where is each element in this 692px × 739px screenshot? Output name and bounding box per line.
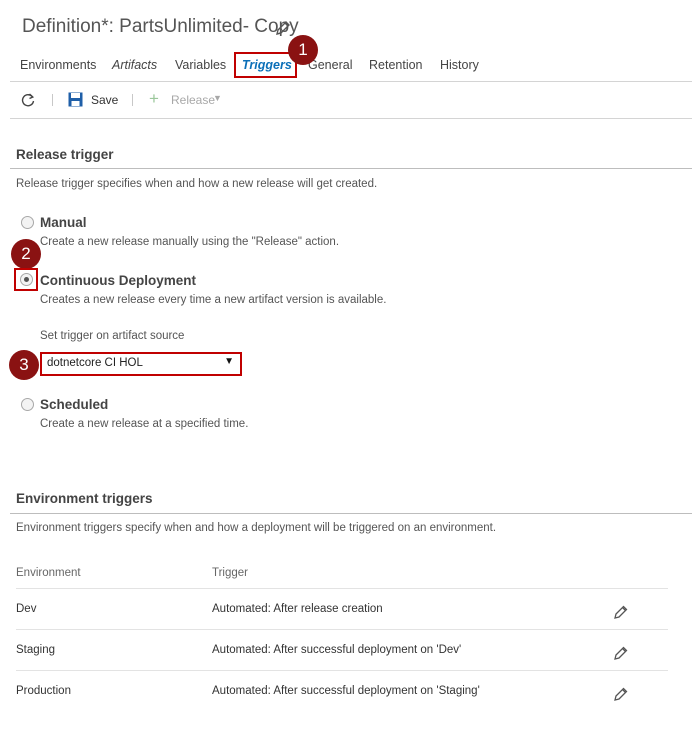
toolbar-separator (52, 94, 53, 106)
trigger-cell: Automated: After successful deployment o… (212, 644, 462, 656)
tab-environments[interactable]: Environments (20, 58, 96, 72)
artifact-source-select[interactable]: dotnetcore CI HOL ▼ (40, 352, 242, 376)
chevron-down-icon: ▼ (213, 93, 222, 103)
environment-cell: Production (16, 685, 71, 697)
table-row: Dev Automated: After release creation (16, 589, 668, 629)
artifact-source-value: dotnetcore CI HOL (47, 357, 143, 369)
environment-triggers-heading: Environment triggers (16, 491, 153, 506)
section-divider (10, 168, 692, 169)
pencil-icon[interactable] (613, 645, 629, 661)
environment-cell: Staging (16, 644, 56, 656)
toolbar-divider (10, 118, 692, 119)
environment-triggers-description: Environment triggers specify when and ho… (16, 522, 497, 534)
scheduled-label: Scheduled (40, 397, 109, 412)
scheduled-description: Create a new release at a specified time… (40, 418, 249, 430)
toolbar-separator (132, 94, 133, 106)
trigger-cell: Automated: After release creation (212, 603, 383, 615)
tab-artifacts[interactable]: Artifacts (112, 58, 157, 72)
definition-tabs: Environments Artifacts Variables Trigger… (0, 58, 692, 82)
triggers-tab-highlight (234, 52, 297, 78)
column-header-environment: Environment (16, 567, 81, 579)
dropdown-arrow-icon: ▼ (224, 356, 234, 367)
save-icon (68, 92, 83, 107)
environment-cell: Dev (16, 603, 37, 615)
tab-history[interactable]: History (440, 58, 479, 72)
scheduled-radio[interactable] (21, 398, 34, 411)
callout-badge-3: 3 (9, 350, 39, 380)
tabs-divider (10, 81, 692, 82)
manual-label: Manual (40, 215, 87, 230)
refresh-icon[interactable] (20, 92, 36, 108)
tab-variables[interactable]: Variables (175, 58, 226, 72)
release-label: Release (171, 93, 216, 107)
tab-general[interactable]: General (308, 58, 352, 72)
manual-radio[interactable] (21, 216, 34, 229)
column-header-trigger: Trigger (212, 567, 248, 579)
section-divider (10, 513, 692, 514)
pencil-icon[interactable] (613, 686, 629, 702)
continuous-deployment-radio[interactable] (20, 273, 33, 286)
artifact-source-label: Set trigger on artifact source (40, 330, 185, 342)
callout-badge-2: 2 (11, 239, 41, 269)
release-trigger-description: Release trigger specifies when and how a… (16, 178, 378, 190)
table-row: Staging Automated: After successful depl… (16, 630, 668, 670)
trigger-cell: Automated: After successful deployment o… (212, 685, 480, 697)
continuous-deployment-label: Continuous Deployment (40, 273, 196, 288)
save-label: Save (91, 93, 119, 107)
continuous-deployment-description: Creates a new release every time a new a… (40, 294, 387, 306)
release-trigger-heading: Release trigger (16, 147, 114, 162)
page-title: Definition*: PartsUnlimited- Copy (22, 16, 299, 37)
pencil-icon[interactable] (613, 604, 629, 620)
plus-icon: + (149, 89, 159, 108)
table-row: Production Automated: After successful d… (16, 671, 668, 711)
callout-badge-1: 1 (288, 35, 318, 65)
pencil-icon[interactable] (274, 19, 292, 37)
release-button[interactable]: + Release ▼ (149, 89, 229, 108)
tab-retention[interactable]: Retention (369, 58, 423, 72)
manual-description: Create a new release manually using the … (40, 236, 340, 248)
